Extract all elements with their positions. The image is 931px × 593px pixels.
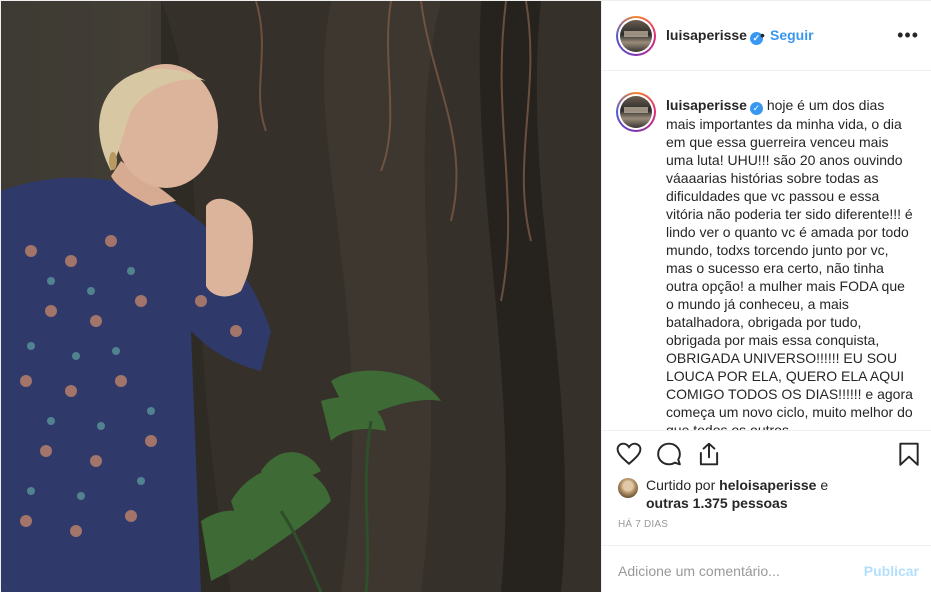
post-timestamp[interactable]: HÁ 7 DIAS	[618, 519, 668, 530]
publish-button[interactable]: Publicar	[864, 563, 919, 579]
avatar-image	[620, 96, 652, 128]
likes-others-count[interactable]: outras 1.375 pessoas	[646, 495, 788, 511]
author-avatar[interactable]	[616, 16, 656, 56]
comment-input[interactable]: Adicione um comentário...	[618, 563, 780, 579]
separator-dot: •	[760, 27, 765, 43]
avatar-image	[620, 20, 652, 52]
liker-username[interactable]: heloisaperisse	[719, 477, 816, 493]
post-caption: luisaperisse ✓ hoje é um dos dias mais im…	[666, 96, 916, 430]
action-icons-row	[616, 441, 920, 471]
post-photo-art	[1, 1, 601, 592]
avatar-ring-inner	[618, 18, 654, 54]
likes-text: Curtido por heloisaperisse e outras 1.37…	[646, 476, 856, 512]
save-bookmark-icon[interactable]	[896, 441, 922, 467]
author-username[interactable]: luisaperisse ✓	[666, 27, 763, 45]
caption-text: hoje é um dos dias mais importantes da m…	[666, 97, 913, 430]
caption-username[interactable]: luisaperisse	[666, 97, 747, 113]
comment-bubble-icon[interactable]	[656, 441, 682, 467]
post-header: luisaperisse ✓ • Seguir •••	[602, 1, 931, 71]
caption-scroll-area[interactable]: luisaperisse ✓ hoje é um dos dias mais im…	[602, 72, 931, 430]
liked-by-joiner: e	[820, 477, 829, 493]
caption-author-avatar[interactable]	[616, 92, 656, 132]
post-photo[interactable]	[1, 1, 601, 592]
liked-by-prefix: Curtido por	[646, 477, 716, 493]
author-username-text[interactable]: luisaperisse	[666, 27, 747, 43]
like-heart-icon[interactable]	[616, 441, 642, 467]
liker-avatar[interactable]	[618, 478, 638, 498]
avatar-ring-inner	[618, 94, 654, 130]
comment-form: Adicione um comentário... Publicar	[602, 545, 931, 593]
more-options-icon[interactable]: •••	[897, 25, 919, 46]
post-side-panel: luisaperisse ✓ • Seguir ••• luisaperisse ✓…	[601, 1, 931, 592]
post-actions-section: Curtido por heloisaperisse e outras 1.37…	[602, 430, 931, 592]
instagram-post-modal: luisaperisse ✓ • Seguir ••• luisaperisse ✓…	[0, 0, 931, 592]
verified-badge-icon: ✓	[749, 102, 763, 115]
share-icon[interactable]	[696, 441, 722, 467]
follow-button[interactable]: Seguir	[770, 27, 814, 43]
